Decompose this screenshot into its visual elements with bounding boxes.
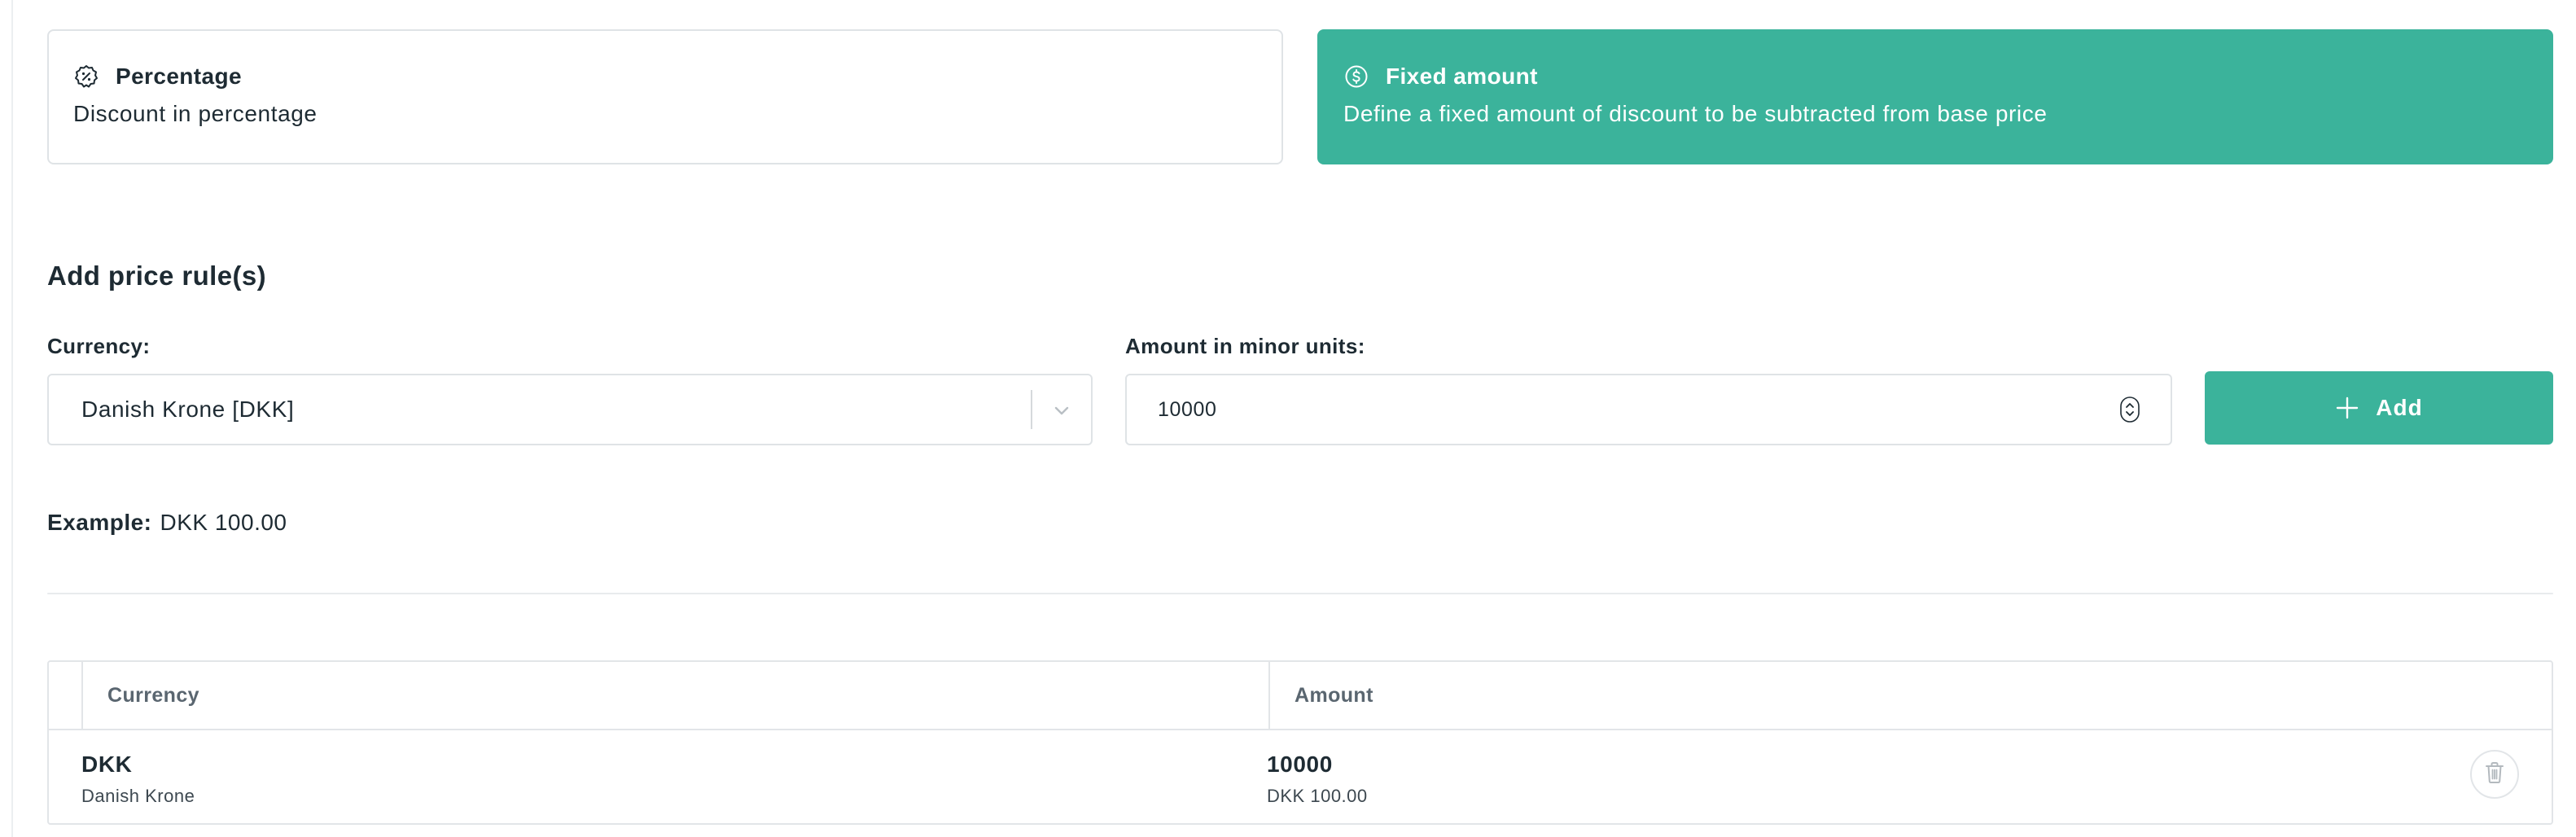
amount-field (1125, 374, 2172, 445)
fixed-amount-card-title: Fixed amount (1386, 64, 1538, 89)
row-amount-formatted: DKK 100.00 (1267, 786, 1368, 806)
amount-input[interactable] (1158, 375, 2094, 444)
row-amount: 10000 (1267, 752, 1333, 777)
price-rules-table: Currency Amount DKK Danish Krone 10000 D… (47, 660, 2553, 825)
table-row: DKK Danish Krone 10000 DKK 100.00 (49, 730, 2552, 823)
left-panel-border (0, 0, 13, 837)
amount-label: Amount in minor units: (1125, 334, 1365, 358)
plus-icon (2335, 396, 2359, 420)
chevron-down-icon[interactable] (1049, 397, 1075, 423)
column-header-currency[interactable]: Currency (107, 662, 199, 729)
row-currency-code: DKK (81, 752, 133, 777)
fixed-amount-card-header: Fixed amount (1343, 62, 2527, 91)
number-stepper-icon[interactable] (2120, 397, 2140, 423)
section-divider (47, 593, 2553, 594)
percentage-card-description: Discount in percentage (73, 101, 318, 126)
section-title: Add price rule(s) (47, 261, 267, 291)
table-header-stub (49, 662, 83, 729)
add-button-label: Add (2376, 395, 2423, 420)
row-currency-name: Danish Krone (81, 786, 195, 806)
select-separator (1031, 390, 1032, 429)
percentage-option-card[interactable]: Percentage Discount in percentage (47, 29, 1283, 164)
example-text: Example: DKK 100.00 (47, 510, 287, 536)
percent-badge-icon (73, 64, 99, 90)
example-label: Example: (47, 510, 152, 535)
fixed-amount-card-description: Define a fixed amount of discount to be … (1343, 101, 2048, 126)
percentage-card-header: Percentage (73, 62, 1257, 91)
currency-select[interactable]: Danish Krone [DKK] (47, 374, 1093, 445)
add-price-rule-button[interactable]: Add (2205, 371, 2553, 445)
dollar-coin-icon (1343, 64, 1369, 90)
currency-selected-value: Danish Krone [DKK] (81, 397, 295, 422)
currency-label: Currency: (47, 334, 151, 358)
example-value: DKK 100.00 (160, 510, 287, 535)
trash-icon (2483, 760, 2506, 789)
fixed-amount-option-card[interactable]: Fixed amount Define a fixed amount of di… (1317, 29, 2553, 164)
column-header-amount[interactable]: Amount (1295, 662, 1373, 729)
delete-row-button[interactable] (2470, 750, 2519, 799)
column-separator (1268, 662, 1270, 729)
table-header: Currency Amount (49, 662, 2552, 730)
percentage-card-title: Percentage (116, 64, 242, 89)
